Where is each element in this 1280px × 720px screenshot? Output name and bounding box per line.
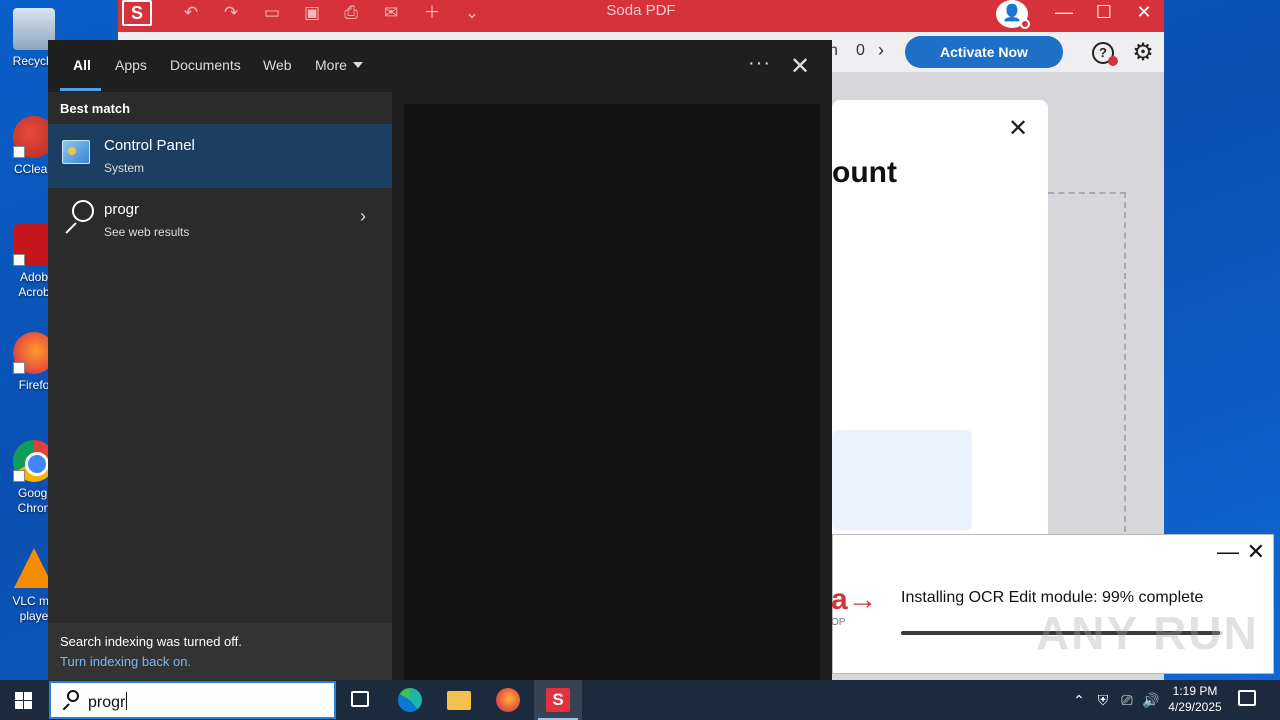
file-explorer-icon: [447, 691, 471, 710]
best-match-heading: Best match: [60, 101, 131, 116]
control-panel-icon: [62, 140, 90, 164]
activate-now-button[interactable]: Activate Now: [905, 36, 1063, 68]
help-icon[interactable]: ?: [1092, 42, 1118, 66]
taskbar-file-explorer[interactable]: [435, 680, 483, 720]
result-subtitle: See web results: [104, 225, 190, 239]
start-button[interactable]: [0, 680, 48, 720]
preview-pane: [404, 104, 820, 682]
soda-brand-subtext: OP: [831, 617, 846, 628]
search-tabs: All Apps Documents Web More ··· ✕: [48, 40, 832, 92]
taskbar-soda-pdf[interactable]: S: [534, 680, 582, 720]
page-number: 0: [856, 42, 865, 59]
gear-icon[interactable]: ⚙: [1130, 40, 1156, 66]
result-web-search[interactable]: progr See web results ›: [48, 188, 392, 252]
show-hidden-icons-chevron[interactable]: ⌃: [1068, 680, 1090, 720]
dialog-illustration: [832, 430, 972, 530]
search-icon: [61, 690, 81, 711]
minimize-icon[interactable]: —: [1217, 539, 1239, 565]
taskbar-firefox[interactable]: [484, 680, 532, 720]
task-view-icon: [351, 691, 369, 707]
minimize-button[interactable]: —: [1044, 0, 1084, 26]
start-search-panel: All Apps Documents Web More ··· ✕ Best m…: [48, 40, 832, 682]
account-dialog: ✕ ount: [832, 100, 1048, 540]
user-avatar[interactable]: 👤: [996, 0, 1030, 29]
network-icon[interactable]: ⎚: [1116, 680, 1138, 720]
result-title: Control Panel: [104, 137, 195, 154]
windows-logo-icon: [15, 692, 32, 709]
edge-icon: [398, 688, 422, 712]
dialog-close-icon[interactable]: ✕: [1008, 114, 1028, 143]
clock[interactable]: 1:19 PM 4/29/2025: [1160, 683, 1230, 715]
chevron-right-icon[interactable]: ›: [878, 40, 884, 61]
clock-date: 4/29/2025: [1168, 700, 1222, 714]
soda-pdf-icon: S: [546, 688, 570, 712]
volume-icon[interactable]: 🔊: [1140, 680, 1162, 720]
more-options-icon[interactable]: ···: [748, 52, 771, 75]
result-title: progr: [104, 201, 140, 218]
chevron-right-icon[interactable]: ›: [360, 206, 366, 227]
tab-documents[interactable]: Documents: [170, 57, 241, 73]
notification-icon[interactable]: [1238, 690, 1256, 706]
tab-more[interactable]: More: [315, 57, 363, 73]
task-view-button[interactable]: [336, 680, 384, 720]
dialog-heading: ount: [832, 156, 897, 189]
taskbar-edge[interactable]: [386, 680, 434, 720]
security-tray-icon[interactable]: ⛨: [1092, 680, 1114, 720]
close-icon[interactable]: ✕: [790, 52, 810, 81]
soda-titlebar: S ↶ ↷ ▭ ▣ ⎙ ✉ ＋ ⌄ Soda PDF 👤 — ☐ ✕: [118, 0, 1164, 32]
close-icon[interactable]: ✕: [1247, 539, 1265, 565]
soda-brand-logo: a→: [831, 583, 878, 616]
maximize-button[interactable]: ☐: [1084, 0, 1124, 26]
close-button[interactable]: ✕: [1124, 0, 1164, 26]
indexing-off-text: Search indexing was turned off.: [60, 634, 242, 649]
result-control-panel[interactable]: Control Panel System: [48, 124, 392, 188]
caret-down-icon: [352, 62, 363, 68]
anyrun-watermark: ANY RUN: [1036, 607, 1259, 659]
tab-apps[interactable]: Apps: [115, 57, 147, 73]
turn-indexing-on-link[interactable]: Turn indexing back on.: [60, 654, 191, 669]
indexing-notice: Search indexing was turned off. Turn ind…: [48, 623, 392, 682]
result-subtitle: System: [104, 161, 145, 175]
clock-time: 1:19 PM: [1172, 684, 1218, 698]
taskbar: progr S ⌃ ⛨ ⎚ 🔊 1:19 PM 4/29/2025: [0, 680, 1280, 720]
drop-zone[interactable]: [1048, 192, 1126, 542]
install-status-text: Installing OCR Edit module: 99% complete: [901, 589, 1204, 606]
tab-web[interactable]: Web: [263, 57, 292, 73]
firefox-icon: [496, 688, 520, 712]
active-tab-indicator: [60, 88, 101, 91]
search-query: progr: [88, 694, 126, 711]
search-icon: [60, 200, 96, 236]
taskbar-search-input[interactable]: progr: [49, 681, 336, 719]
results-list: Best match Control Panel System progr Se…: [48, 92, 392, 682]
tab-all[interactable]: All: [73, 57, 91, 73]
